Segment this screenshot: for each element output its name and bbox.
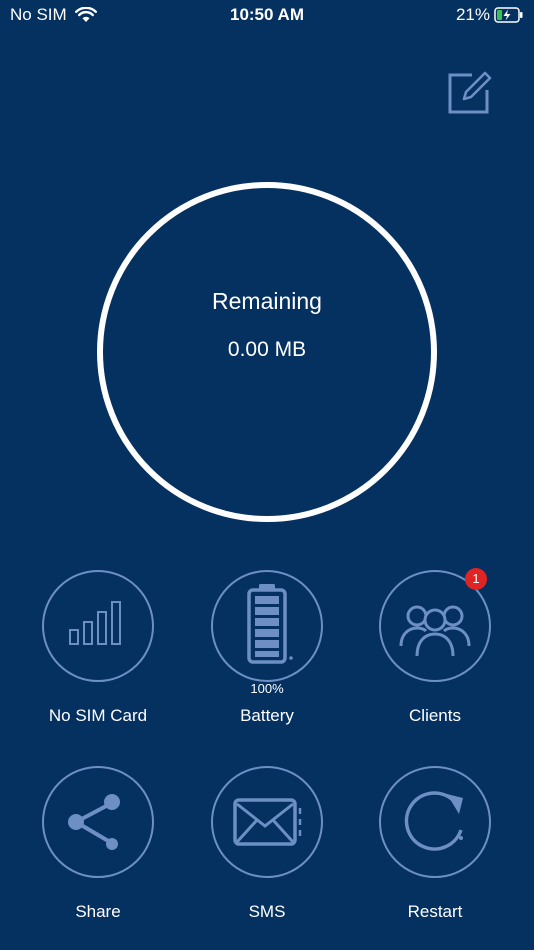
battery-tile[interactable]: 100% Battery [187, 570, 347, 730]
restart-circle [379, 766, 491, 878]
data-usage-ring: Remaining 0.00 MB [97, 182, 437, 522]
battery-icon [247, 584, 293, 664]
status-right: 21% [456, 5, 524, 25]
battery-circle [211, 570, 323, 682]
restart-icon [404, 791, 463, 851]
sms-label: SMS [248, 902, 286, 921]
status-time: 10:50 AM [229, 5, 304, 24]
signal-bars-icon [69, 601, 121, 645]
sms-tile[interactable]: SMS [187, 766, 347, 926]
edit-icon [448, 71, 492, 114]
battery-charging-icon [494, 7, 523, 23]
remaining-value: 0.00 MB [227, 338, 307, 361]
envelope-icon [233, 798, 302, 846]
app-screen: No SIM 10:50 AM 21% Remaining 0.00 MB No… [0, 0, 534, 950]
clients-label: Clients [409, 706, 461, 725]
restart-tile[interactable]: Restart [355, 766, 515, 926]
share-tile[interactable]: Share [18, 766, 178, 926]
battery-level: 100% [250, 681, 284, 696]
status-bar: No SIM 10:50 AM 21% [0, 0, 534, 30]
sim-status-label: No SIM Card [48, 706, 148, 725]
battery-percent: 21% [455, 5, 490, 24]
share-label: Share [75, 902, 121, 921]
restart-label: Restart [407, 902, 463, 921]
edit-button[interactable] [446, 70, 492, 116]
share-icon [68, 794, 120, 850]
share-circle [42, 766, 154, 878]
sim-status-circle [42, 570, 154, 682]
sim-status-tile[interactable]: No SIM Card [18, 570, 178, 730]
battery-label: Battery [240, 706, 294, 725]
sms-circle [211, 766, 323, 878]
clients-tile[interactable]: 1 Clients [355, 568, 515, 730]
clients-count-badge: 1 [465, 568, 487, 590]
remaining-title: Remaining [212, 288, 322, 314]
